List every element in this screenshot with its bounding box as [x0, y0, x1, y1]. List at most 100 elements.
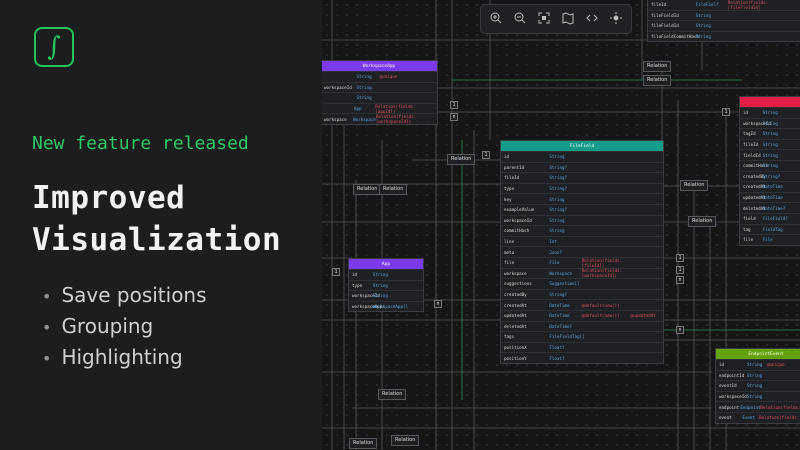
- table-tag-link[interactable]: id String workspaceId String tagId String file…: [739, 96, 800, 246]
- field-name: tag: [743, 226, 751, 232]
- relation-tag[interactable]: Relation: [391, 435, 420, 446]
- table-row[interactable]: line Int: [501, 235, 663, 247]
- table-row[interactable]: positionX Float?: [501, 341, 663, 353]
- sun-icon[interactable]: [604, 7, 628, 29]
- table-row[interactable]: commitHash String: [740, 159, 800, 171]
- table-row[interactable]: workspaceId String: [716, 390, 800, 402]
- table-row[interactable]: id String @unique: [716, 359, 800, 370]
- table-row[interactable]: type String: [349, 279, 423, 291]
- zoom-out-icon[interactable]: [508, 7, 532, 29]
- table-row[interactable]: endpointId String: [716, 369, 800, 381]
- table-row[interactable]: commitHash String: [501, 225, 663, 236]
- table-row[interactable]: createdBy String?: [501, 288, 663, 300]
- table-row[interactable]: tagId String: [740, 128, 800, 139]
- table-row[interactable]: fieldId String: [740, 149, 800, 160]
- field-type: String: [695, 34, 711, 40]
- field-type: String: [549, 228, 565, 234]
- field-name: deletedAt: [504, 323, 527, 329]
- field-type: Int: [549, 239, 557, 245]
- relation-tag[interactable]: Relation: [378, 389, 407, 400]
- table-row[interactable]: tags FileFieldTag[]: [501, 331, 663, 342]
- table-row[interactable]: fileId String: [740, 138, 800, 150]
- table-row[interactable]: meta Json?: [501, 246, 663, 257]
- relation-tag[interactable]: Relation: [688, 216, 717, 227]
- table-row[interactable]: fileId FileFielf Relation(fields:[fileFiel…: [648, 0, 800, 10]
- table-row[interactable]: updatedAt DateTime @default(now()) @updated…: [501, 309, 663, 321]
- zoom-in-icon[interactable]: [484, 7, 508, 29]
- field-type: String: [762, 131, 778, 137]
- table-header[interactable]: EndpointEvent: [716, 349, 800, 359]
- field-name: endpointId: [719, 372, 745, 378]
- table-row[interactable]: field FileField?: [740, 212, 800, 224]
- table-row[interactable]: workspace Workspace Relation(fields:[works…: [501, 267, 663, 278]
- table-row[interactable]: endpoint Endpoint Relation(fields:: [716, 401, 800, 412]
- table-row[interactable]: deletedAt DateTime?: [501, 320, 663, 332]
- table-row[interactable]: String: [322, 92, 437, 103]
- table-header[interactable]: WorkspaceApp: [322, 61, 437, 71]
- table-row[interactable]: file File Relation(fields:[fileId]): [501, 256, 663, 268]
- table-row[interactable]: exampleValue String?: [501, 203, 663, 215]
- field-name: tagId: [743, 131, 756, 137]
- relation-tag[interactable]: Relation: [353, 184, 382, 195]
- table-row[interactable]: id String: [349, 269, 423, 280]
- code-icon[interactable]: [580, 7, 604, 29]
- table-header[interactable]: App: [349, 259, 423, 269]
- map-icon[interactable]: [556, 7, 580, 29]
- relation-tag[interactable]: Relation: [447, 154, 476, 165]
- relation-tag[interactable]: Relation: [349, 438, 378, 449]
- table-row[interactable]: id String: [740, 107, 800, 118]
- table-row[interactable]: event Event Relation(fields:: [716, 411, 800, 423]
- table-row[interactable]: id String: [501, 151, 663, 162]
- table-row[interactable]: deletedAt DateTime?: [740, 202, 800, 213]
- table-row[interactable]: file File: [740, 234, 800, 245]
- table-endpointevent[interactable]: EndpointEvent id String @unique endpointId St…: [715, 348, 800, 424]
- table-row[interactable]: workspaceApps WorkspaceApp[]: [349, 300, 423, 312]
- field-name: fileId: [504, 175, 520, 181]
- relation-tag[interactable]: Relation: [643, 75, 672, 86]
- field-type: String?: [549, 164, 568, 170]
- field-name: updatedAt: [504, 313, 527, 319]
- schema-canvas[interactable]: fileId FileFielf Relation(fields:[fileFiel…: [322, 0, 800, 450]
- relation-tag[interactable]: Relation: [379, 184, 408, 195]
- table-header[interactable]: FileField: [501, 141, 663, 151]
- release-tagline: New feature released: [32, 133, 249, 154]
- field-type: Suggestion[]: [549, 281, 580, 287]
- table-row[interactable]: eventId String: [716, 380, 800, 391]
- relation-tag[interactable]: Relation: [643, 61, 672, 72]
- table-app[interactable]: App id String type String workspaceId String wo…: [348, 258, 424, 313]
- field-type: String: [762, 120, 778, 126]
- table-row[interactable]: App Relation(fields:[appId]): [322, 102, 437, 114]
- fit-view-icon[interactable]: [532, 7, 556, 29]
- table-row[interactable]: updatedAt DateTime: [740, 191, 800, 203]
- table-row[interactable]: createdAt DateTime: [740, 181, 800, 192]
- cardinality-many-mark: n: [676, 276, 684, 284]
- table-row[interactable]: createdAt DateTime @default(now()): [501, 299, 663, 310]
- field-type: String: [762, 163, 778, 169]
- table-row[interactable]: type String?: [501, 182, 663, 194]
- relation-tag[interactable]: Relation: [680, 180, 709, 191]
- table-top[interactable]: fileId FileFielf Relation(fields:[fileFiel…: [647, 0, 800, 43]
- table-row[interactable]: workspaceId String: [501, 214, 663, 226]
- table-row[interactable]: workspaceId String: [322, 81, 437, 93]
- table-header[interactable]: [740, 97, 800, 107]
- field-name: commitHash: [504, 228, 530, 234]
- table-filefield[interactable]: FileField id String parentId String? fileId St…: [500, 140, 664, 364]
- table-row[interactable]: positionY Float?: [501, 352, 663, 363]
- table-row[interactable]: suggestions Suggestion[]: [501, 278, 663, 289]
- cardinality-one-mark: 1: [722, 108, 730, 116]
- field-type: String: [762, 142, 778, 148]
- table-row[interactable]: workspaceId String: [349, 290, 423, 301]
- table-row[interactable]: fileFieldId String: [648, 9, 800, 21]
- table-row[interactable]: parentId String?: [501, 161, 663, 173]
- field-name: workspaceId: [719, 394, 747, 400]
- table-row[interactable]: fileFieldId String: [648, 20, 800, 31]
- table-row[interactable]: workspace Workspace Relation(fields:[works…: [322, 113, 437, 124]
- table-row[interactable]: createdBy String?: [740, 170, 800, 182]
- table-row[interactable]: fileFieldCommitHash String: [648, 30, 800, 42]
- table-row[interactable]: workspaceId String: [740, 117, 800, 129]
- table-row[interactable]: fileId String?: [501, 172, 663, 183]
- table-row[interactable]: tag FieldTag: [740, 223, 800, 235]
- table-row[interactable]: key String: [501, 193, 663, 204]
- table-workspaceapp[interactable]: WorkspaceApp String @unique workspaceId Stri…: [322, 60, 438, 125]
- table-row[interactable]: String @unique: [322, 71, 437, 82]
